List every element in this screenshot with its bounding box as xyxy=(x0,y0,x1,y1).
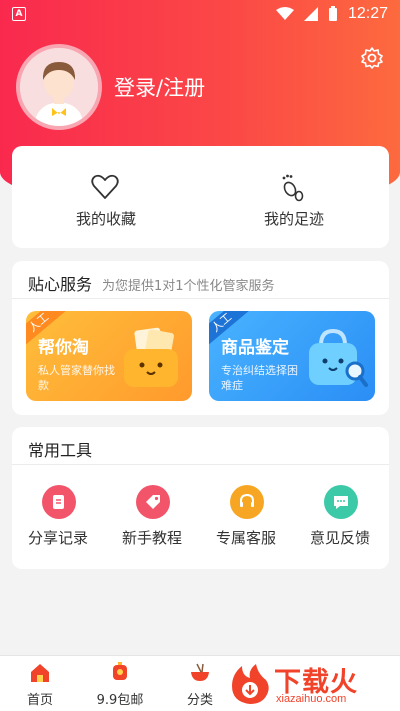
nav-label: 首页 xyxy=(26,693,53,708)
promo-title: 商品鉴定 xyxy=(221,338,289,358)
notification-icon: A xyxy=(12,7,26,21)
service-card: 贴心服务 为您提供1对1个性化管家服务 人工 帮你淘 私人管家替你找款 人工 商… xyxy=(12,261,389,415)
battery-icon xyxy=(328,6,337,21)
share-record-button[interactable]: 分享记录 xyxy=(28,485,98,549)
shortcut-card: 我的收藏 我的足迹 xyxy=(12,146,389,248)
nav-label: 分类 xyxy=(186,693,213,708)
status-bar: A 12:27 xyxy=(0,0,400,28)
watermark-url: xiazaihuo.com xyxy=(276,693,347,705)
signal-icon xyxy=(303,7,318,21)
tool-label: 新手教程 xyxy=(122,529,183,547)
footprint-icon xyxy=(282,174,304,202)
headset-icon xyxy=(230,485,264,519)
my-footprints-button[interactable]: 我的足迹 xyxy=(264,172,344,230)
clock: 12:27 xyxy=(347,5,388,22)
nav-label: 9.9包邮 xyxy=(96,693,144,708)
tools-card: 常用工具 分享记录 新手教程 专属客服 意见反馈 xyxy=(12,427,389,569)
user-avatar-icon xyxy=(20,48,98,126)
help-shop-banner[interactable]: 人工 帮你淘 私人管家替你找款 xyxy=(26,311,192,401)
promo-desc: 私人管家替你找款 xyxy=(38,364,115,392)
my-footprints-label: 我的足迹 xyxy=(264,210,325,228)
share-record-icon xyxy=(42,485,76,519)
beginner-tutorial-button[interactable]: 新手教程 xyxy=(122,485,192,549)
promo-desc: 专治纠结选择困难症 xyxy=(221,364,298,392)
feedback-button[interactable]: 意见反馈 xyxy=(310,485,380,549)
nav-home[interactable]: 首页 xyxy=(10,662,70,708)
product-appraisal-banner[interactable]: 人工 商品鉴定 专治纠结选择困难症 xyxy=(209,311,375,401)
divider xyxy=(12,298,389,299)
basket-mascot-icon xyxy=(124,327,178,387)
avatar[interactable] xyxy=(16,44,102,130)
tool-label: 意见反馈 xyxy=(310,529,371,547)
divider xyxy=(12,464,389,465)
service-subtitle: 为您提供1对1个性化管家服务 xyxy=(102,279,275,294)
wifi-icon xyxy=(275,7,294,20)
customer-service-button[interactable]: 专属客服 xyxy=(216,485,286,549)
bag-mascot-icon xyxy=(309,328,368,387)
login-register-link[interactable]: 登录/注册 xyxy=(114,72,205,102)
service-title: 贴心服务 xyxy=(28,275,93,294)
tool-label: 专属客服 xyxy=(216,529,277,547)
promo-title: 帮你淘 xyxy=(38,338,89,358)
bowl-icon xyxy=(191,663,209,681)
tools-title: 常用工具 xyxy=(28,441,93,460)
my-favorites-button[interactable]: 我的收藏 xyxy=(76,172,156,230)
nav-category[interactable]: 分类 xyxy=(170,662,230,708)
gear-icon[interactable] xyxy=(360,46,384,70)
heart-icon xyxy=(91,174,119,199)
tool-label: 分享记录 xyxy=(28,529,89,547)
watermark-logo: 下载火 xiazaihuo.com xyxy=(228,660,394,710)
lantern-icon xyxy=(113,662,127,680)
nav-free-shipping[interactable]: 9.9包邮 xyxy=(90,662,150,708)
my-favorites-label: 我的收藏 xyxy=(76,210,137,228)
home-icon xyxy=(31,664,49,682)
chat-icon xyxy=(324,485,358,519)
tag-icon xyxy=(136,485,170,519)
flame-logo-icon xyxy=(232,664,269,704)
